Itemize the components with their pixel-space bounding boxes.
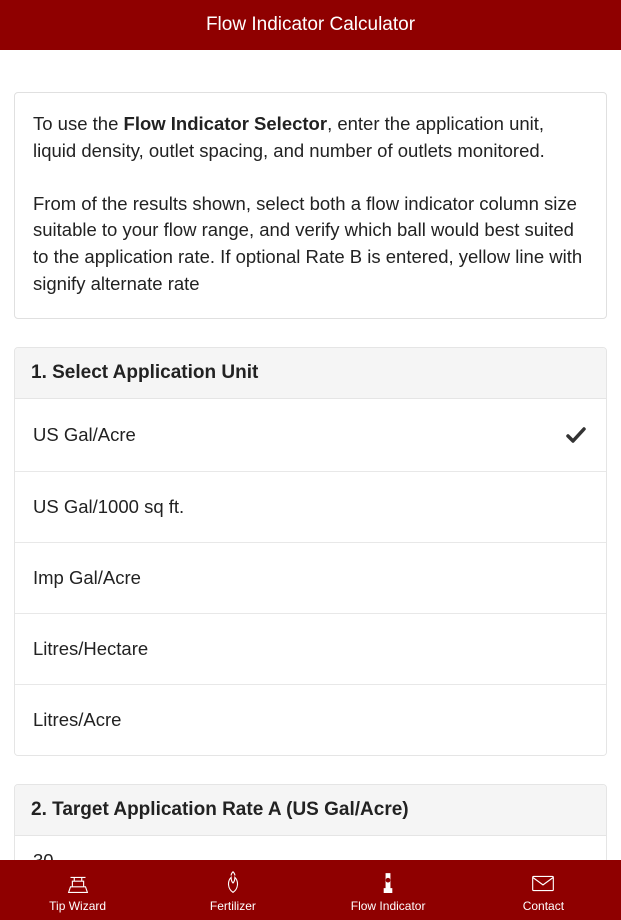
instructions-paragraph-1: To use the Flow Indicator Selector, ente… <box>33 111 588 165</box>
nav-contact[interactable]: Contact <box>466 860 621 920</box>
nav-label: Contact <box>523 899 564 913</box>
section-header-target-rate-a: 2. Target Application Rate A (US Gal/Acr… <box>15 785 606 836</box>
nav-label: Flow Indicator <box>351 899 426 913</box>
target-rate-a-input[interactable]: 30 <box>15 836 606 860</box>
unit-option-us-gal-acre[interactable]: US Gal/Acre <box>15 399 606 472</box>
unit-option-litres-hectare[interactable]: Litres/Hectare <box>15 614 606 685</box>
nav-label: Fertilizer <box>210 899 256 913</box>
page-title: Flow Indicator Calculator <box>206 14 415 36</box>
unit-option-litres-acre[interactable]: Litres/Acre <box>15 685 606 755</box>
unit-option-label: US Gal/1000 sq ft. <box>33 496 184 518</box>
instructions-card: To use the Flow Indicator Selector, ente… <box>14 92 607 319</box>
app-header: Flow Indicator Calculator <box>0 0 621 50</box>
nav-flow-indicator[interactable]: Flow Indicator <box>311 860 466 920</box>
bottom-nav: Tip Wizard Fertilizer Flow Indicator Con… <box>0 860 621 920</box>
content-area: To use the Flow Indicator Selector, ente… <box>0 50 621 860</box>
unit-option-us-gal-1000sqft[interactable]: US Gal/1000 sq ft. <box>15 472 606 543</box>
envelope-icon <box>528 868 558 898</box>
unit-option-imp-gal-acre[interactable]: Imp Gal/Acre <box>15 543 606 614</box>
wizard-icon <box>63 868 93 898</box>
section-application-unit: 1. Select Application Unit US Gal/Acre U… <box>14 347 607 756</box>
target-rate-a-value: 30 <box>33 850 54 860</box>
unit-option-label: US Gal/Acre <box>33 424 136 446</box>
nav-label: Tip Wizard <box>49 899 106 913</box>
unit-option-label: Litres/Hectare <box>33 638 148 660</box>
check-icon <box>564 423 588 447</box>
section-header-application-unit: 1. Select Application Unit <box>15 348 606 399</box>
nav-tip-wizard[interactable]: Tip Wizard <box>0 860 155 920</box>
nav-fertilizer[interactable]: Fertilizer <box>155 860 310 920</box>
instructions-paragraph-2: From of the results shown, select both a… <box>33 191 588 298</box>
instructions-prefix: To use the <box>33 113 124 134</box>
unit-option-label: Imp Gal/Acre <box>33 567 141 589</box>
section-target-rate-a: 2. Target Application Rate A (US Gal/Acr… <box>14 784 607 860</box>
unit-option-label: Litres/Acre <box>33 709 121 731</box>
instructions-bold: Flow Indicator Selector <box>124 113 328 134</box>
flow-indicator-icon <box>373 868 403 898</box>
fertilizer-icon <box>218 868 248 898</box>
